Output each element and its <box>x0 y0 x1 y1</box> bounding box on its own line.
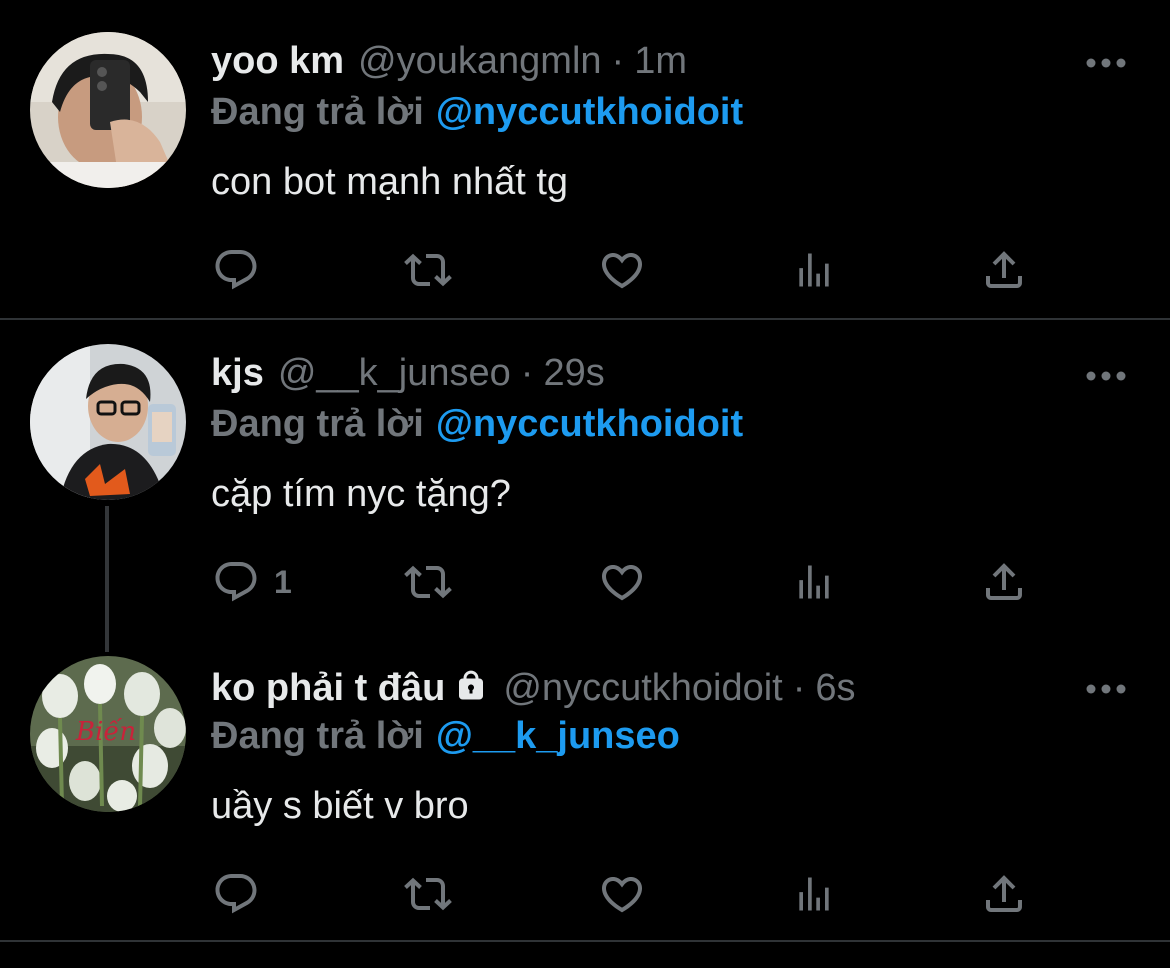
retweet-icon <box>404 565 452 599</box>
avatar-watermark-text: Biến <box>75 717 136 747</box>
tweet-1[interactable]: yoo km @youkangmln · 1m Đang trả lời @nyc… <box>0 0 1170 318</box>
avatar[interactable] <box>30 344 186 500</box>
tweet-actions: 1 <box>212 557 1042 607</box>
tweet-header: ko phải t đâu @nyccutkhoidoit · 6s <box>211 664 856 711</box>
thread-connector <box>105 506 109 652</box>
replying-to: Đang trả lời @__k_junseo <box>211 713 680 759</box>
share-icon <box>986 251 1022 288</box>
heart-icon <box>601 565 643 601</box>
heart-icon <box>601 253 643 289</box>
retweet-button[interactable] <box>404 557 452 607</box>
analytics-icon <box>799 253 829 287</box>
analytics-button[interactable] <box>792 557 836 607</box>
analytics-icon <box>799 565 829 599</box>
tweet-actions <box>212 245 1042 295</box>
tweet-header: kjs @__k_junseo · 29s <box>211 350 605 396</box>
like-button[interactable] <box>598 557 646 607</box>
reply-button[interactable]: 1 <box>212 557 292 607</box>
tweet-3[interactable]: Biến ko phải t đâu @nyccutkhoidoit · 6s … <box>0 640 1170 940</box>
like-button[interactable] <box>598 869 646 919</box>
reply-button[interactable] <box>212 245 274 295</box>
more-icon[interactable] <box>1086 368 1126 381</box>
separator: · <box>611 40 625 82</box>
analytics-button[interactable] <box>792 245 836 295</box>
timestamp[interactable]: 1m <box>634 38 687 84</box>
reply-count: 1 <box>274 563 292 600</box>
analytics-icon <box>799 877 829 911</box>
tweet-actions <box>212 869 1042 919</box>
replying-to-link[interactable]: @__k_junseo <box>436 715 680 757</box>
replying-to-label: Đang trả lời <box>211 715 424 757</box>
like-button[interactable] <box>598 245 646 295</box>
replying-to: Đang trả lời @nyccutkhoidoit <box>211 89 743 135</box>
reply-icon <box>215 562 257 602</box>
tweet-text: cặp tím nyc tặng? <box>211 473 511 515</box>
avatar[interactable] <box>30 32 186 188</box>
replying-to-link[interactable]: @nyccutkhoidoit <box>436 403 743 445</box>
display-name[interactable]: kjs <box>211 350 264 396</box>
reply-icon <box>215 874 257 914</box>
lock-icon <box>453 668 489 715</box>
display-name[interactable]: ko phải t đâu <box>211 665 445 711</box>
tweet-2[interactable]: kjs @__k_junseo · 29s Đang trả lời @nyccu… <box>0 320 1170 652</box>
share-button[interactable] <box>980 245 1028 295</box>
share-icon <box>986 875 1022 912</box>
tweet-text: con bot mạnh nhất tg <box>211 161 569 203</box>
replying-to-label: Đang trả lời <box>211 91 424 133</box>
more-icon[interactable] <box>1086 55 1126 68</box>
reply-icon <box>215 250 257 290</box>
more-icon[interactable] <box>1086 681 1126 694</box>
user-handle[interactable]: @youkangmln <box>358 38 601 84</box>
avatar[interactable]: Biến <box>30 656 186 812</box>
share-button[interactable] <box>980 557 1028 607</box>
tweet-header: yoo km @youkangmln · 1m <box>211 38 687 84</box>
user-handle[interactable]: @nyccutkhoidoit <box>503 665 782 711</box>
retweet-icon <box>404 253 452 287</box>
analytics-button[interactable] <box>792 869 836 919</box>
retweet-button[interactable] <box>404 869 452 919</box>
replying-to-link[interactable]: @nyccutkhoidoit <box>436 91 743 133</box>
tweet-text: uầy s biết v bro <box>211 785 469 827</box>
tweet-divider <box>0 940 1170 942</box>
separator: · <box>792 667 806 709</box>
replying-to-label: Đang trả lời <box>211 403 424 445</box>
heart-icon <box>601 877 643 913</box>
timestamp[interactable]: 6s <box>815 665 855 711</box>
retweet-button[interactable] <box>404 245 452 295</box>
timestamp[interactable]: 29s <box>543 350 604 396</box>
share-button[interactable] <box>980 869 1028 919</box>
retweet-icon <box>404 877 452 911</box>
separator: · <box>520 352 534 394</box>
replying-to: Đang trả lời @nyccutkhoidoit <box>211 401 743 447</box>
reply-button[interactable] <box>212 869 274 919</box>
display-name[interactable]: yoo km <box>211 38 344 84</box>
user-handle[interactable]: @__k_junseo <box>278 350 511 396</box>
share-icon <box>986 563 1022 600</box>
